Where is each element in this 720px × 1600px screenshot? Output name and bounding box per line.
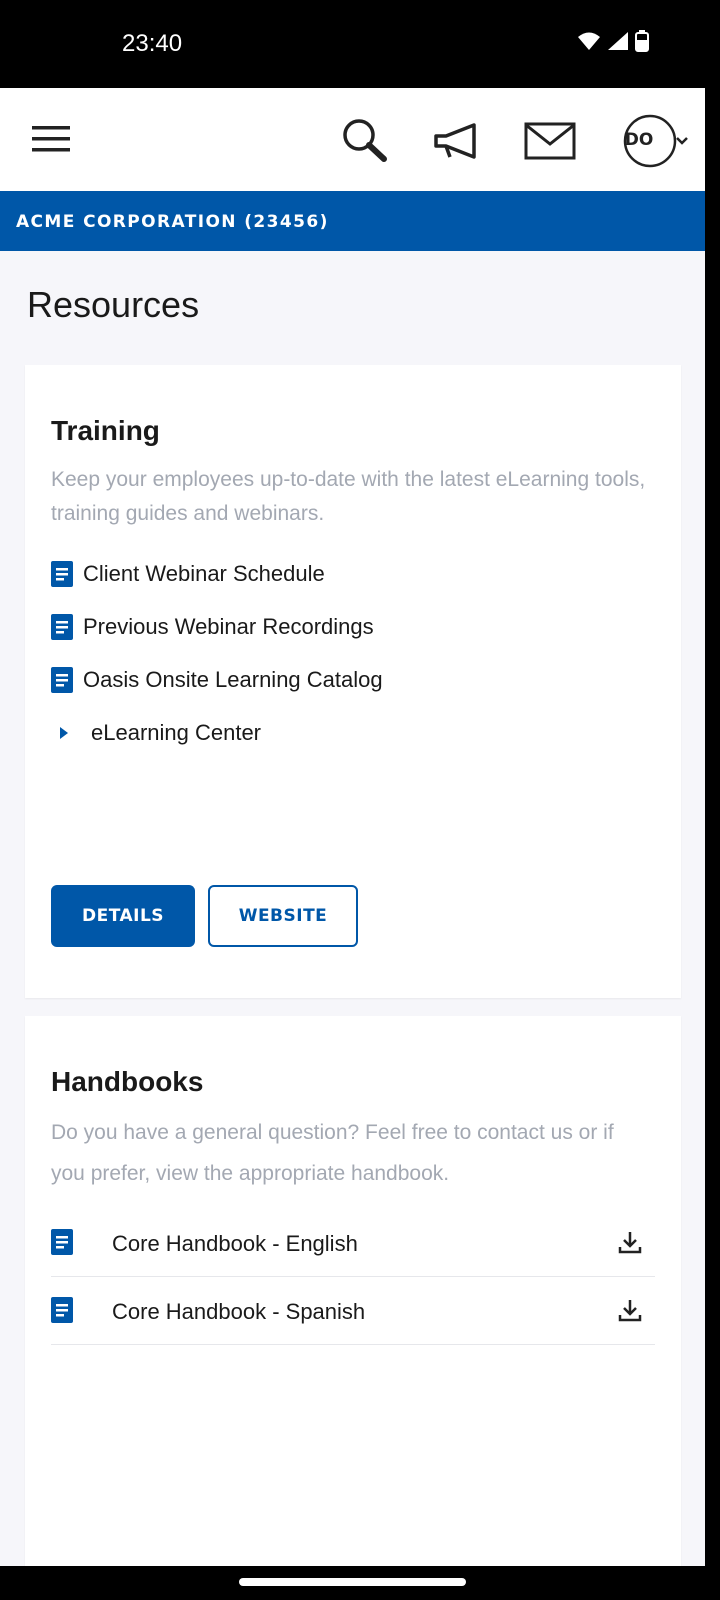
handbook-label: Core Handbook - English <box>112 1231 358 1256</box>
hamburger-menu-icon[interactable] <box>26 116 76 162</box>
top-app-bar: DO <box>0 88 705 191</box>
status-time: 23:40 <box>122 30 183 57</box>
document-icon <box>51 1297 73 1323</box>
handbooks-title: Handbooks <box>51 1066 204 1097</box>
search-icon[interactable] <box>336 114 392 166</box>
document-icon <box>51 561 73 587</box>
download-icon[interactable] <box>617 1297 643 1323</box>
company-name: ACME CORPORATION (23456) <box>16 212 329 232</box>
handbook-row-english[interactable]: Core Handbook - English <box>51 1209 655 1277</box>
status-bar: 23:40 <box>0 0 705 88</box>
battery-icon <box>635 30 649 52</box>
handbook-row-spanish[interactable]: Core Handbook - Spanish <box>51 1277 655 1345</box>
company-banner: ACME CORPORATION (23456) <box>0 191 705 251</box>
training-link-label: Client Webinar Schedule <box>83 561 325 586</box>
app-screen: DO ACME CORPORATION (23456) Resources Tr… <box>0 88 705 1566</box>
training-link-previous-webinar-recordings[interactable]: Previous Webinar Recordings <box>51 614 374 640</box>
handbooks-card: Handbooks Do you have a general question… <box>25 1016 681 1566</box>
status-icons <box>577 30 649 52</box>
training-link-label: Oasis Onsite Learning Catalog <box>83 667 383 692</box>
document-icon <box>51 614 73 640</box>
document-icon <box>51 667 73 693</box>
caret-right-icon <box>60 727 68 739</box>
training-link-elearning-center[interactable]: eLearning Center <box>51 720 261 746</box>
website-button[interactable]: WEBSITE <box>208 885 358 947</box>
home-gesture-handle[interactable] <box>239 1578 466 1586</box>
wifi-icon <box>578 32 600 50</box>
training-link-client-webinar-schedule[interactable]: Client Webinar Schedule <box>51 561 325 587</box>
handbooks-description: Do you have a general question? Feel fre… <box>51 1121 614 1185</box>
document-icon <box>51 1229 73 1255</box>
avatar-initials: DO <box>624 130 654 150</box>
chevron-down-icon <box>676 137 688 145</box>
training-link-onsite-learning-catalog[interactable]: Oasis Onsite Learning Catalog <box>51 667 383 693</box>
training-link-label: eLearning Center <box>91 720 262 745</box>
training-description: Keep your employees up-to-date with the … <box>51 468 646 525</box>
page-title: Resources <box>27 284 200 325</box>
training-card: Training Keep your employees up-to-date … <box>25 365 681 998</box>
download-icon[interactable] <box>617 1229 643 1255</box>
mail-icon[interactable] <box>520 116 580 166</box>
training-title: Training <box>51 415 160 446</box>
avatar[interactable]: DO <box>611 113 691 169</box>
handbook-label: Core Handbook - Spanish <box>112 1299 366 1324</box>
details-button[interactable]: DETAILS <box>51 885 195 947</box>
megaphone-icon[interactable] <box>428 116 484 166</box>
training-link-label: Previous Webinar Recordings <box>83 614 374 639</box>
system-navigation-bar <box>0 1566 720 1600</box>
cell-signal-icon <box>608 32 628 50</box>
